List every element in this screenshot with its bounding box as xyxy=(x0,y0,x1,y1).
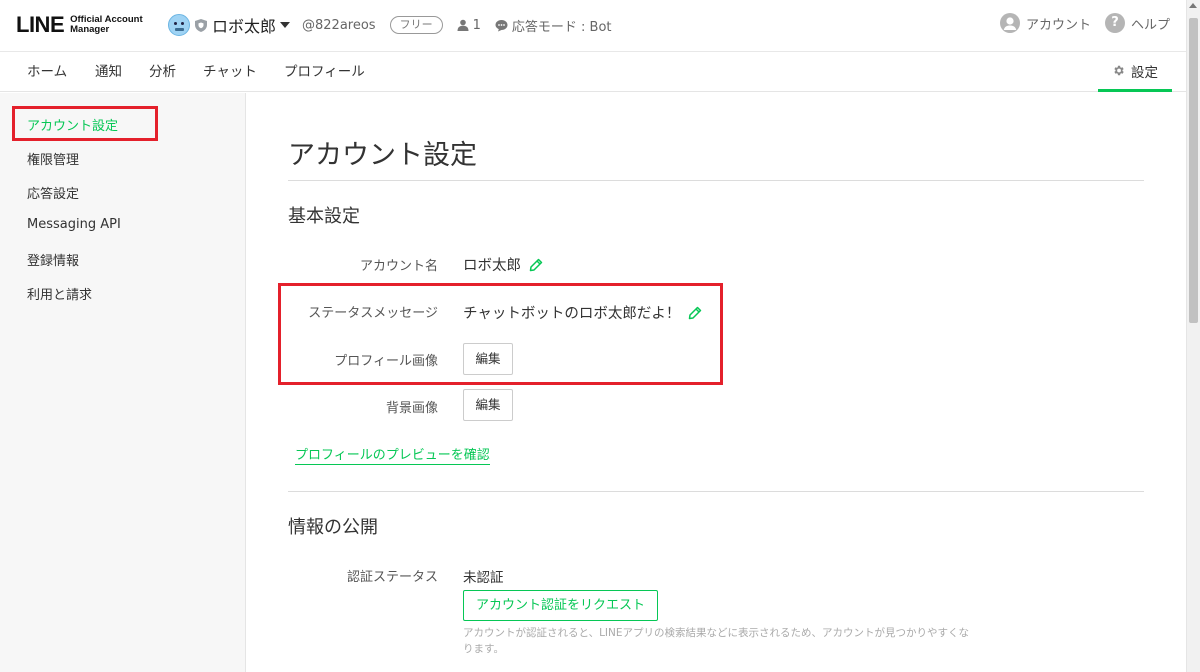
person-icon xyxy=(457,19,469,31)
chat-bubble-icon xyxy=(495,19,508,31)
divider xyxy=(288,180,1144,181)
sidebar-item-permissions[interactable]: 権限管理 xyxy=(27,149,79,168)
caret-down-icon xyxy=(280,22,291,28)
question-icon: ? xyxy=(1104,13,1125,33)
gear-icon xyxy=(1114,65,1124,76)
shield-icon xyxy=(195,18,207,32)
account-id: @822areos xyxy=(302,17,376,33)
page-scrollbar[interactable] xyxy=(1186,0,1200,672)
certification-status-label: 認証ステータス xyxy=(346,570,438,585)
sidebar-item-billing[interactable]: 利用と請求 xyxy=(27,284,92,303)
divider xyxy=(288,491,1144,492)
tab-chat[interactable]: チャット xyxy=(203,52,257,92)
sidebar-item-response-settings[interactable]: 応答設定 xyxy=(27,183,79,202)
tab-analytics[interactable]: 分析 xyxy=(149,52,176,92)
top-header: LINE Official Account Manager ロボ太郎 @822a… xyxy=(0,0,1200,52)
page-title: アカウント設定 xyxy=(288,140,477,171)
account-switcher[interactable]: ロボ太郎 @822areos フリー 1 応答モード : Bot xyxy=(168,13,612,37)
main-nav: ホーム 通知 分析 チャット プロフィール 設定 xyxy=(0,52,1186,92)
pencil-icon[interactable] xyxy=(529,258,543,272)
friend-count: 1 xyxy=(457,18,481,33)
settings-sidebar: アカウント設定 権限管理 応答設定 Messaging API 登録情報 利用と… xyxy=(0,93,246,672)
sidebar-item-registration-info[interactable]: 登録情報 xyxy=(27,250,79,269)
section-title-basic: 基本設定 xyxy=(288,206,360,227)
background-image-label: 背景画像 xyxy=(385,401,438,416)
response-mode: 応答モード : Bot xyxy=(495,16,612,35)
scroll-up-arrow-icon[interactable] xyxy=(1189,3,1197,8)
plan-badge: フリー xyxy=(389,16,443,34)
tab-profile[interactable]: プロフィール xyxy=(284,52,365,92)
account-name: ロボ太郎 xyxy=(212,17,277,36)
header-right: アカウント ? ヘルプ xyxy=(986,13,1170,33)
request-certification-button[interactable]: アカウント認証をリクエスト xyxy=(463,590,658,621)
highlight-box-status xyxy=(278,283,723,385)
logo-text: LINE xyxy=(16,12,65,37)
background-image-edit-button[interactable]: 編集 xyxy=(463,389,513,421)
line-oa-logo[interactable]: LINE Official Account Manager xyxy=(16,12,143,38)
tab-home[interactable]: ホーム xyxy=(27,52,67,92)
logo-subtext: Official Account Manager xyxy=(70,14,143,35)
certification-status-value: 未認証 xyxy=(463,570,504,586)
user-circle-icon xyxy=(999,13,1020,33)
tab-settings[interactable]: 設定 xyxy=(1098,52,1172,92)
help-link[interactable]: ? ヘルプ xyxy=(1104,13,1170,33)
section-title-publish: 情報の公開 xyxy=(288,517,378,538)
account-name-value: ロボ太郎 xyxy=(463,254,543,275)
sidebar-item-messaging-api[interactable]: Messaging API xyxy=(27,217,121,232)
profile-preview-link[interactable]: プロフィールのプレビューを確認 xyxy=(295,444,490,465)
scrollbar-thumb[interactable] xyxy=(1189,18,1198,323)
highlight-box-sidebar xyxy=(12,106,158,141)
certification-note: アカウントが認証されると、LINEアプリの検索結果などに表示されるため、アカウン… xyxy=(463,627,970,655)
account-link[interactable]: アカウント xyxy=(999,13,1091,33)
account-name-label: アカウント名 xyxy=(359,259,438,274)
tab-notifications[interactable]: 通知 xyxy=(95,52,122,92)
avatar xyxy=(168,14,190,36)
